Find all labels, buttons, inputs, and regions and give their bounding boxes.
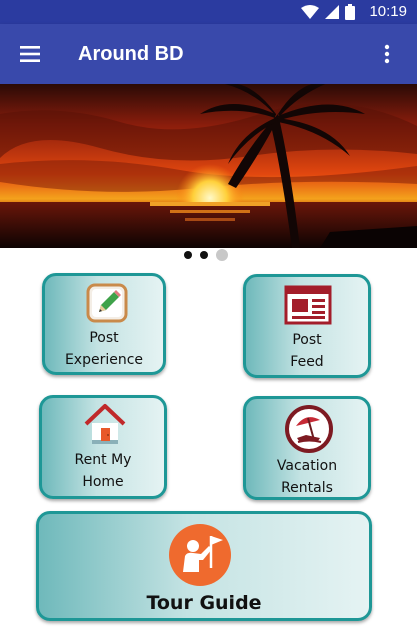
post-feed-button[interactable]: Post Feed: [243, 274, 371, 378]
post-feed-label-line2: Feed: [290, 354, 324, 370]
carousel-dot-3[interactable]: [216, 249, 228, 261]
status-time: 10:19: [369, 3, 407, 20]
beach-umbrella-icon: [285, 405, 333, 453]
more-vert-icon: [384, 44, 390, 64]
rent-my-home-button[interactable]: Rent My Home: [39, 395, 167, 499]
app-title: Around BD: [78, 43, 184, 65]
overflow-menu-button[interactable]: [375, 42, 399, 66]
carousel-dot-2[interactable]: [200, 251, 208, 259]
menu-icon: [20, 46, 40, 62]
newspaper-icon: [284, 285, 332, 325]
carousel-indicator: [0, 248, 417, 262]
hamburger-menu-button[interactable]: [18, 42, 42, 66]
wifi-icon: [301, 5, 319, 19]
post-experience-label-line1: Post: [89, 330, 119, 346]
vacation-rentals-label-line1: Vacation: [276, 458, 338, 474]
post-experience-label-line2: Experience: [64, 352, 144, 368]
house-icon: [84, 404, 126, 444]
rent-my-home-label-line1: Rent My: [74, 452, 132, 468]
pencil-icon: [86, 283, 128, 323]
tour-guide-flag-icon: [169, 524, 231, 586]
battery-icon: [345, 4, 355, 20]
rent-my-home-label-line2: Home: [82, 474, 124, 490]
app-bar: Around BD: [0, 24, 417, 84]
tour-guide-button[interactable]: Tour Guide: [36, 511, 372, 621]
vacation-rentals-label-line2: Rentals: [281, 480, 333, 496]
post-experience-button[interactable]: Post Experience: [42, 273, 166, 375]
status-bar: 10:19: [0, 0, 417, 24]
signal-icon: [325, 5, 339, 19]
tour-guide-label: Tour Guide: [146, 592, 262, 614]
carousel-dot-1[interactable]: [184, 251, 192, 259]
post-feed-label-line1: Post: [292, 332, 322, 348]
vacation-rentals-button[interactable]: Vacation Rentals: [243, 396, 371, 500]
sunset-palm-image: [0, 84, 417, 248]
banner-carousel[interactable]: [0, 84, 417, 248]
